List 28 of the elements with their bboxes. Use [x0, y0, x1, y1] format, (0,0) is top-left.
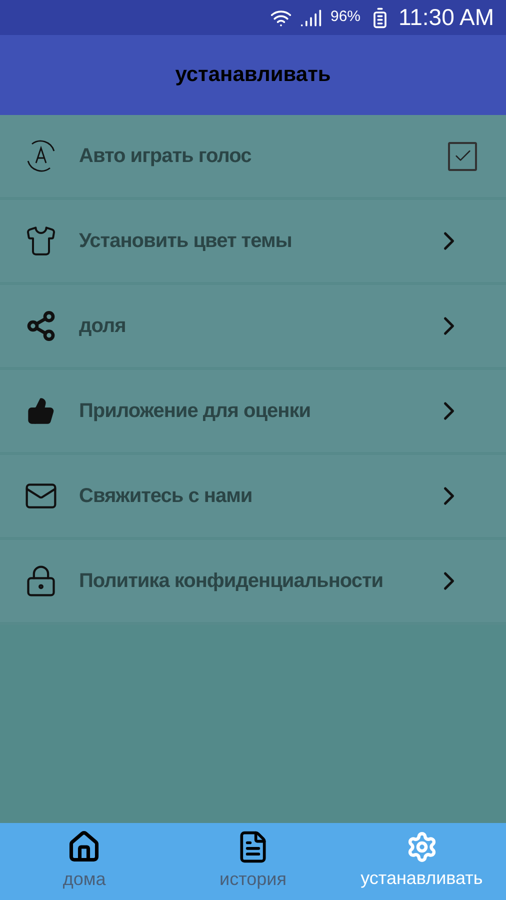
settings-icon	[406, 831, 438, 863]
home-icon	[67, 830, 102, 864]
nav-tab[interactable]: устанавливать	[337, 823, 506, 900]
setting-label: Свяжитесь с нами	[79, 484, 254, 509]
shirt-icon	[25, 225, 57, 257]
checkbox[interactable]	[448, 142, 477, 170]
thumbs-up-icon	[27, 397, 55, 425]
settings-row[interactable]: доля	[0, 285, 506, 370]
settings-row[interactable]: Приложение для оценки	[0, 370, 506, 455]
nav-tab[interactable]: история	[168, 823, 338, 900]
setting-label: Приложение для оценки	[79, 399, 312, 424]
clock: 11:30 AM	[398, 3, 494, 32]
setting-label: Установить цвет темы	[79, 229, 293, 254]
nav-label: дома	[62, 868, 106, 891]
battery-percent: 96%	[330, 7, 361, 28]
nav-label: устанавливать	[360, 867, 483, 890]
share-icon	[25, 310, 57, 342]
settings-row[interactable]: Установить цвет темы	[0, 200, 506, 285]
lock-icon	[24, 564, 58, 598]
settings-row[interactable]: Политика конфиденциальности	[0, 540, 506, 625]
screen-title: устанавливать	[175, 62, 331, 88]
settings-row[interactable]: Свяжитесь с нами	[0, 455, 506, 540]
nav-label: история	[220, 868, 286, 891]
settings-row[interactable]: Авто играть голос	[0, 115, 506, 200]
nav-tab[interactable]: дома	[0, 823, 169, 900]
setting-label: Политика конфиденциальности	[79, 569, 384, 594]
setting-label: доля	[79, 314, 127, 339]
setting-label: Авто играть голос	[79, 144, 252, 169]
